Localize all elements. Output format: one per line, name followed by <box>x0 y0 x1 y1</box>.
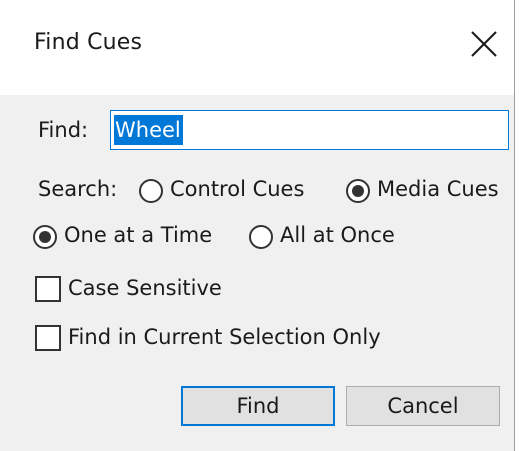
find-button[interactable]: Find <box>181 386 335 426</box>
radio-control-cues[interactable] <box>139 179 163 203</box>
radio-one-at-a-time[interactable] <box>33 225 57 249</box>
radio-all-at-once[interactable] <box>249 225 273 249</box>
find-label: Find: <box>38 118 89 142</box>
radio-one-at-a-time-label[interactable]: One at a Time <box>64 223 212 247</box>
radio-media-cues-label[interactable]: Media Cues <box>377 177 499 201</box>
radio-control-cues-label[interactable]: Control Cues <box>170 177 304 201</box>
find-input[interactable]: Wheel <box>110 110 509 150</box>
search-label: Search: <box>38 177 118 201</box>
checkbox-find-in-selection[interactable] <box>35 325 61 351</box>
cancel-button[interactable]: Cancel <box>346 386 500 426</box>
radio-media-cues[interactable] <box>346 179 370 203</box>
close-icon[interactable] <box>467 27 501 61</box>
title-bar: Find Cues <box>0 0 514 95</box>
find-input-selected-text: Wheel <box>114 115 183 145</box>
find-cues-dialog: Find Cues Find: Wheel Search: Control Cu… <box>0 0 515 451</box>
radio-selected-dot <box>39 231 51 243</box>
radio-selected-dot <box>352 185 364 197</box>
radio-all-at-once-label[interactable]: All at Once <box>280 223 395 247</box>
checkbox-case-sensitive[interactable] <box>35 276 61 302</box>
checkbox-find-in-selection-label[interactable]: Find in Current Selection Only <box>68 325 381 349</box>
window-title: Find Cues <box>34 30 143 55</box>
checkbox-case-sensitive-label[interactable]: Case Sensitive <box>68 276 222 300</box>
